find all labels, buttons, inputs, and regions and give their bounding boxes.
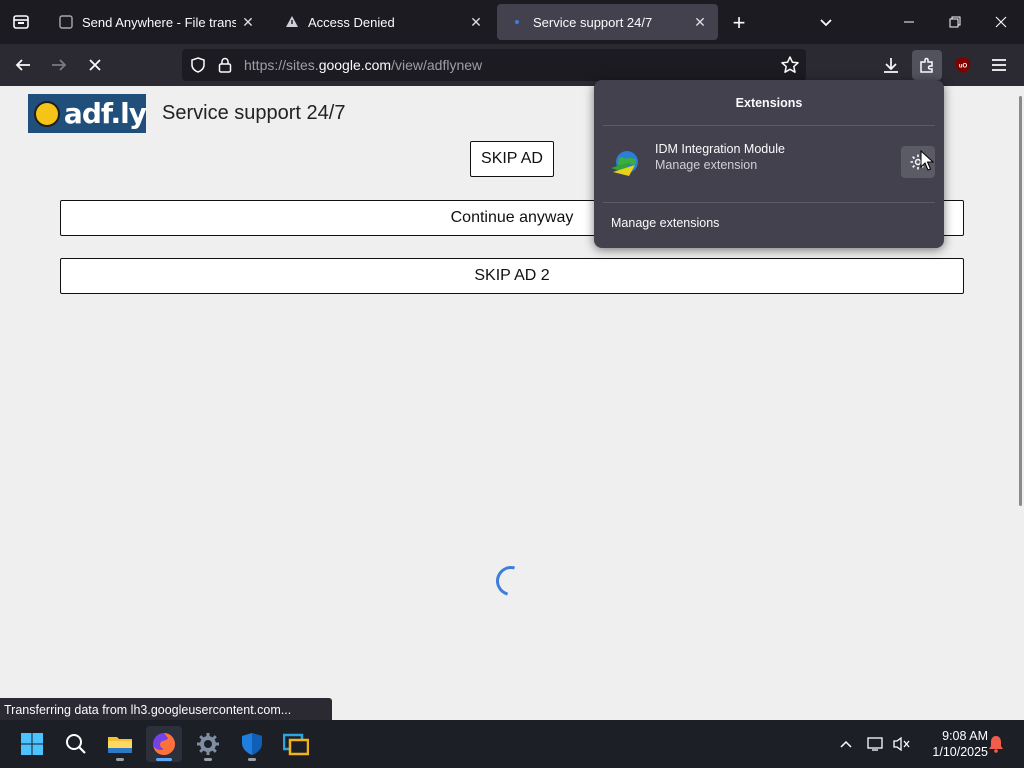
warning-favicon-icon [284,14,300,30]
firefox-view-icon [13,15,29,29]
loading-dot-icon [509,14,525,30]
send-anywhere-favicon-icon [58,14,74,30]
downloads-icon[interactable] [876,50,906,80]
forward-arrow-icon[interactable] [44,50,74,80]
firefox-view-button[interactable] [0,0,42,44]
divider [603,125,935,126]
extensions-panel: Extensions IDM Integration Module Manage… [594,80,944,248]
divider [603,202,935,203]
page-title: Service support 24/7 [162,102,346,124]
adfly-logo[interactable]: adf.ly [28,94,147,133]
tab-send-anywhere[interactable]: Send Anywhere - File transfer ✕ [46,4,266,40]
clock-date: 1/10/2025 [932,745,988,759]
idm-globe-icon [609,146,643,180]
tab-access-denied[interactable]: Access Denied ✕ [272,4,494,40]
url-path: /view/adflynew [391,57,483,73]
extension-subtitle: Manage extension [655,158,758,172]
tab-title: Access Denied [308,14,395,30]
clock-time: 9:08 AM [942,729,988,743]
extension-name: IDM Integration Module [655,142,785,156]
defender-icon[interactable] [234,726,270,762]
notification-bell-icon[interactable] [986,734,1006,754]
close-tab-icon[interactable]: ✕ [236,10,260,34]
page-scrollbar[interactable] [1016,86,1024,720]
logo-text: adf.ly [63,97,147,130]
show-hidden-icons-chevron-icon[interactable] [836,734,856,754]
list-all-tabs-chevron-icon[interactable] [812,10,840,36]
extensions-panel-header: Extensions [735,96,803,110]
settings-icon[interactable] [190,726,226,762]
search-icon[interactable] [58,726,94,762]
bookmark-star-icon[interactable] [780,55,800,75]
hamburger-menu-icon[interactable] [984,50,1014,80]
tab-strip: Send Anywhere - File transfer ✕ Access D… [0,0,1024,44]
skip-ad-2-button[interactable]: SKIP AD 2 [60,258,964,294]
running-indicator [156,758,172,761]
ublock-origin-icon[interactable]: uO [948,50,978,80]
close-window-icon[interactable] [978,0,1024,44]
stop-loading-icon[interactable] [80,50,110,80]
new-tab-plus-icon[interactable]: + [726,10,752,36]
running-indicator [116,758,124,761]
close-tab-icon[interactable]: ✕ [688,10,712,34]
extensions-puzzle-icon[interactable] [912,50,942,80]
manage-extensions-link[interactable]: Manage extensions [611,216,719,230]
system-clock[interactable]: 9:08 AM 1/10/2025 [916,728,988,760]
minimize-window-icon[interactable] [886,0,932,44]
svg-text:uO: uO [959,64,968,70]
loading-spinner-icon [490,560,532,602]
restore-window-icon[interactable] [932,0,978,44]
url-domain: google.com [318,57,392,73]
firefox-icon[interactable] [146,726,182,762]
mouse-cursor-icon [920,150,934,171]
url-prefix: https://sites. [244,57,319,73]
skip-ad-button[interactable]: SKIP AD [470,141,554,177]
extension-item-idm[interactable]: IDM Integration Module Manage extension [603,134,935,198]
network-icon[interactable] [866,734,886,754]
close-tab-icon[interactable]: ✕ [464,10,488,34]
start-icon[interactable] [14,726,50,762]
lock-icon[interactable] [218,57,232,78]
tab-service-support[interactable]: Service support 24/7 ✕ [497,4,718,40]
tracking-protection-shield-icon[interactable] [190,57,206,78]
url-text[interactable]: https://sites.google.com/view/adflynew [244,57,482,73]
tab-title: Service support 24/7 [533,14,653,30]
running-indicator [204,758,212,761]
volume-muted-icon[interactable] [892,734,912,754]
back-arrow-icon[interactable] [8,50,38,80]
running-indicator [248,758,256,761]
address-bar[interactable]: https://sites.google.com/view/adflynew [182,49,806,81]
bee-mascot-icon [34,100,60,127]
windows-taskbar: 9:08 AM 1/10/2025 [0,720,1024,768]
remote-desktop-icon[interactable] [278,726,314,762]
tab-title: Send Anywhere - File transfer [82,14,236,30]
status-panel: Transferring data from lh3.googleusercon… [0,698,332,720]
scrollbar-thumb[interactable] [1019,96,1022,506]
file-explorer-icon[interactable] [102,726,138,762]
